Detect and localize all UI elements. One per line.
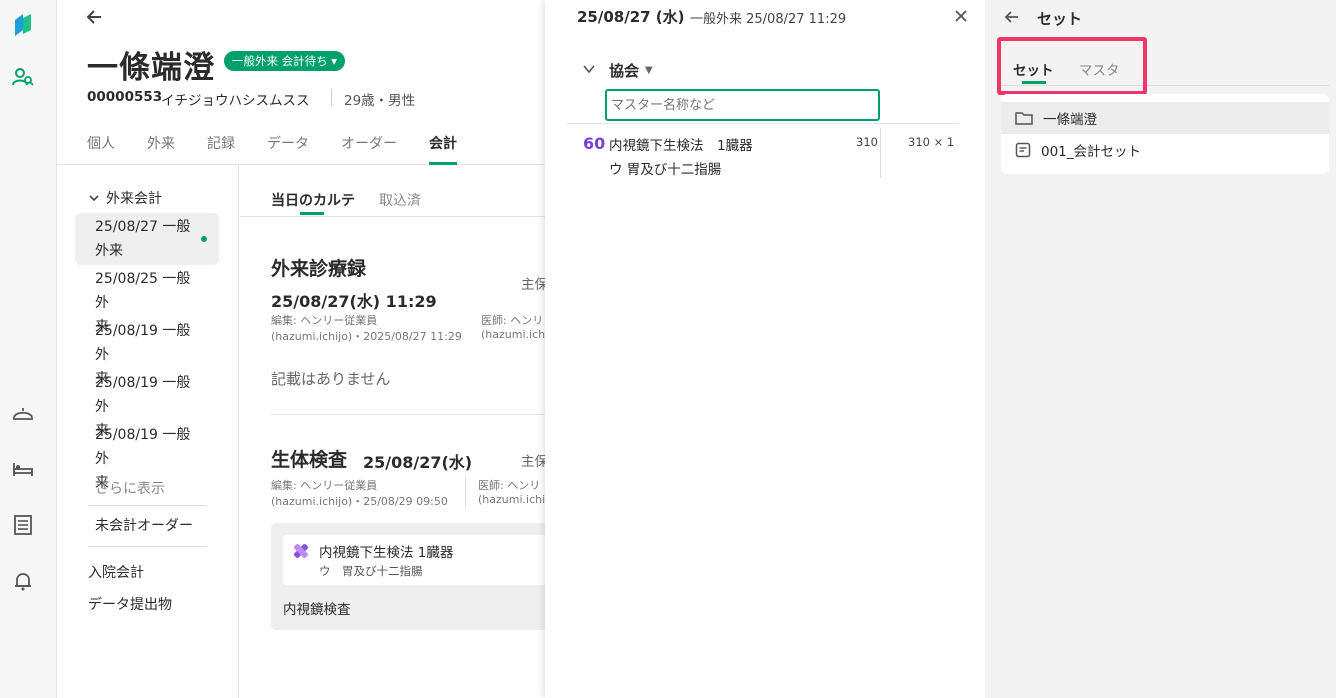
- empty-record-text: 記載はありません: [271, 370, 391, 388]
- patient-kana: イチジョウハシスムスス: [161, 93, 310, 109]
- tab-today-chart[interactable]: 当日のカルテ: [271, 190, 355, 210]
- reception-bell-icon[interactable]: [12, 402, 34, 424]
- exam-edit-time: (hazumi.ichijo)・25/08/29 09:50: [271, 495, 448, 508]
- order-sub: ウ 胃及び十二指腸: [319, 564, 423, 578]
- visit-line1: 25/08/27 一般: [95, 219, 191, 235]
- back-arrow-icon[interactable]: [1003, 8, 1021, 26]
- notification-bell-icon[interactable]: [12, 570, 34, 592]
- exam-doctor-id: (hazumi.ichi: [478, 493, 545, 506]
- order-number: 60: [583, 134, 606, 153]
- order-name: 内視鏡下生検法 1臓器: [609, 138, 753, 154]
- divider: [240, 216, 545, 217]
- exam-editor: 編集: ヘンリー従業員: [271, 479, 378, 492]
- record-doctor: 医師: ヘンリ: [481, 314, 544, 327]
- caret-down-icon: ▼: [645, 65, 653, 76]
- sidebar-title: セット: [1037, 10, 1083, 28]
- app-rail: [0, 0, 57, 698]
- visit-line1: 25/08/25 一般外: [95, 271, 191, 311]
- set-folder-row[interactable]: 一條端澄: [1001, 102, 1329, 134]
- exam-date: 25/08/27(水): [363, 453, 473, 472]
- folder-icon: [1015, 112, 1033, 125]
- order-sub: ウ 胃及び十二指腸: [609, 162, 722, 178]
- patient-name: 一條端澄: [87, 50, 215, 86]
- patient-id: 00000553: [87, 89, 163, 105]
- exam-doctor: 医師: ヘンリ: [478, 479, 541, 492]
- set-item-row[interactable]: 001_会計セット: [1001, 134, 1329, 166]
- main-tabs: 個人 外来 記録 データ オーダー 会計: [57, 128, 545, 165]
- tab-records[interactable]: 記録: [207, 133, 235, 153]
- section-label: 外来会計: [106, 191, 162, 207]
- inpatient-billing-link[interactable]: 入院会計: [88, 562, 144, 582]
- insurance-label: 主保: [521, 277, 545, 293]
- active-tab-indicator: [300, 212, 324, 215]
- divider: [331, 89, 332, 106]
- close-icon[interactable]: [953, 8, 969, 24]
- data-submission-link[interactable]: データ提出物: [88, 594, 172, 614]
- panel-visit: 一般外来 25/08/27 11:29: [690, 12, 847, 27]
- visit-item[interactable]: 25/08/27 一般 外来: [75, 213, 219, 265]
- set-detail-panel: 25/08/27 (水) 一般外来 25/08/27 11:29 協会 ▼ 60…: [545, 0, 985, 698]
- order-points: 310: [856, 135, 878, 149]
- show-more-link[interactable]: さらに表示: [95, 478, 165, 498]
- insurer-group-dropdown[interactable]: 協会 ▼: [609, 60, 653, 81]
- divider: [271, 414, 545, 415]
- tab-billing[interactable]: 会計: [429, 133, 457, 153]
- tab-data[interactable]: データ: [267, 133, 309, 153]
- visit-line1: 25/08/19 一般外: [95, 375, 191, 415]
- card-footer: 内視鏡検査: [283, 602, 351, 618]
- visit-line2: 外来: [95, 243, 123, 259]
- insurance-label: 主保: [521, 454, 545, 470]
- order-name: 内視鏡下生検法 1臓器: [319, 545, 454, 561]
- list-icon[interactable]: [12, 514, 34, 536]
- chevron-down-icon: [89, 195, 99, 202]
- chart-content: 当日のカルテ 取込済 外来診療録 主保 25/08/27(水) 11:29 編集…: [240, 165, 545, 698]
- highlight-box: [997, 37, 1147, 95]
- panel-date: 25/08/27 (水): [577, 8, 685, 26]
- divider: [88, 546, 207, 547]
- active-dot: [201, 236, 207, 242]
- bed-icon[interactable]: [12, 458, 34, 480]
- status-badge[interactable]: 一般外来 会計待ち ▾: [224, 51, 346, 71]
- set-document-icon: [1015, 142, 1031, 158]
- record-editor: 編集: ヘンリー従業員: [271, 314, 378, 327]
- back-arrow-icon[interactable]: [86, 6, 106, 28]
- patient-age-sex: 29歳・男性: [344, 93, 416, 109]
- outpatient-billing-header[interactable]: 外来会計: [88, 188, 162, 208]
- divider: [465, 477, 466, 507]
- patient-search-icon[interactable]: [12, 66, 34, 88]
- record-edit-time: (hazumi.ichijo)・2025/08/27 11:29: [271, 330, 462, 343]
- record-doctor-id: (hazumi.ichi: [481, 328, 545, 341]
- tab-outpatient[interactable]: 外来: [147, 133, 175, 153]
- record-date: 25/08/27(水) 11:29: [271, 292, 437, 311]
- tab-orders[interactable]: オーダー: [341, 133, 397, 153]
- set-list: 一條端澄 001_会計セット: [1001, 94, 1329, 174]
- divider: [880, 128, 881, 178]
- visit-line1: 25/08/19 一般外: [95, 323, 191, 363]
- tab-personal[interactable]: 個人: [87, 133, 115, 153]
- order-calc: 310 × 1: [908, 135, 955, 149]
- visit-line1: 25/08/19 一般外: [95, 427, 191, 467]
- row-label: 001_会計セット: [1041, 144, 1142, 160]
- bandage-icon: [294, 544, 308, 558]
- exam-order-card[interactable]: 内視鏡下生検法 1臓器 ウ 胃及び十二指腸 内視鏡検査: [271, 523, 545, 630]
- group-label: 協会: [609, 62, 640, 80]
- divider: [88, 505, 207, 506]
- order-row[interactable]: 60 内視鏡下生検法 1臓器 ウ 胃及び十二指腸 310 310 × 1: [567, 124, 959, 182]
- record-title: 外来診療録: [271, 258, 367, 280]
- exam-title: 生体検査: [271, 449, 348, 471]
- row-label: 一條端澄: [1043, 112, 1097, 128]
- exam-order-item[interactable]: 内視鏡下生検法 1臓器 ウ 胃及び十二指腸: [283, 535, 545, 585]
- tab-imported[interactable]: 取込済: [379, 190, 421, 210]
- unbilled-orders-link[interactable]: 未会計オーダー: [95, 515, 193, 535]
- logo-icon[interactable]: [12, 14, 34, 36]
- chevron-down-icon[interactable]: [582, 62, 596, 76]
- search-input[interactable]: [605, 89, 880, 121]
